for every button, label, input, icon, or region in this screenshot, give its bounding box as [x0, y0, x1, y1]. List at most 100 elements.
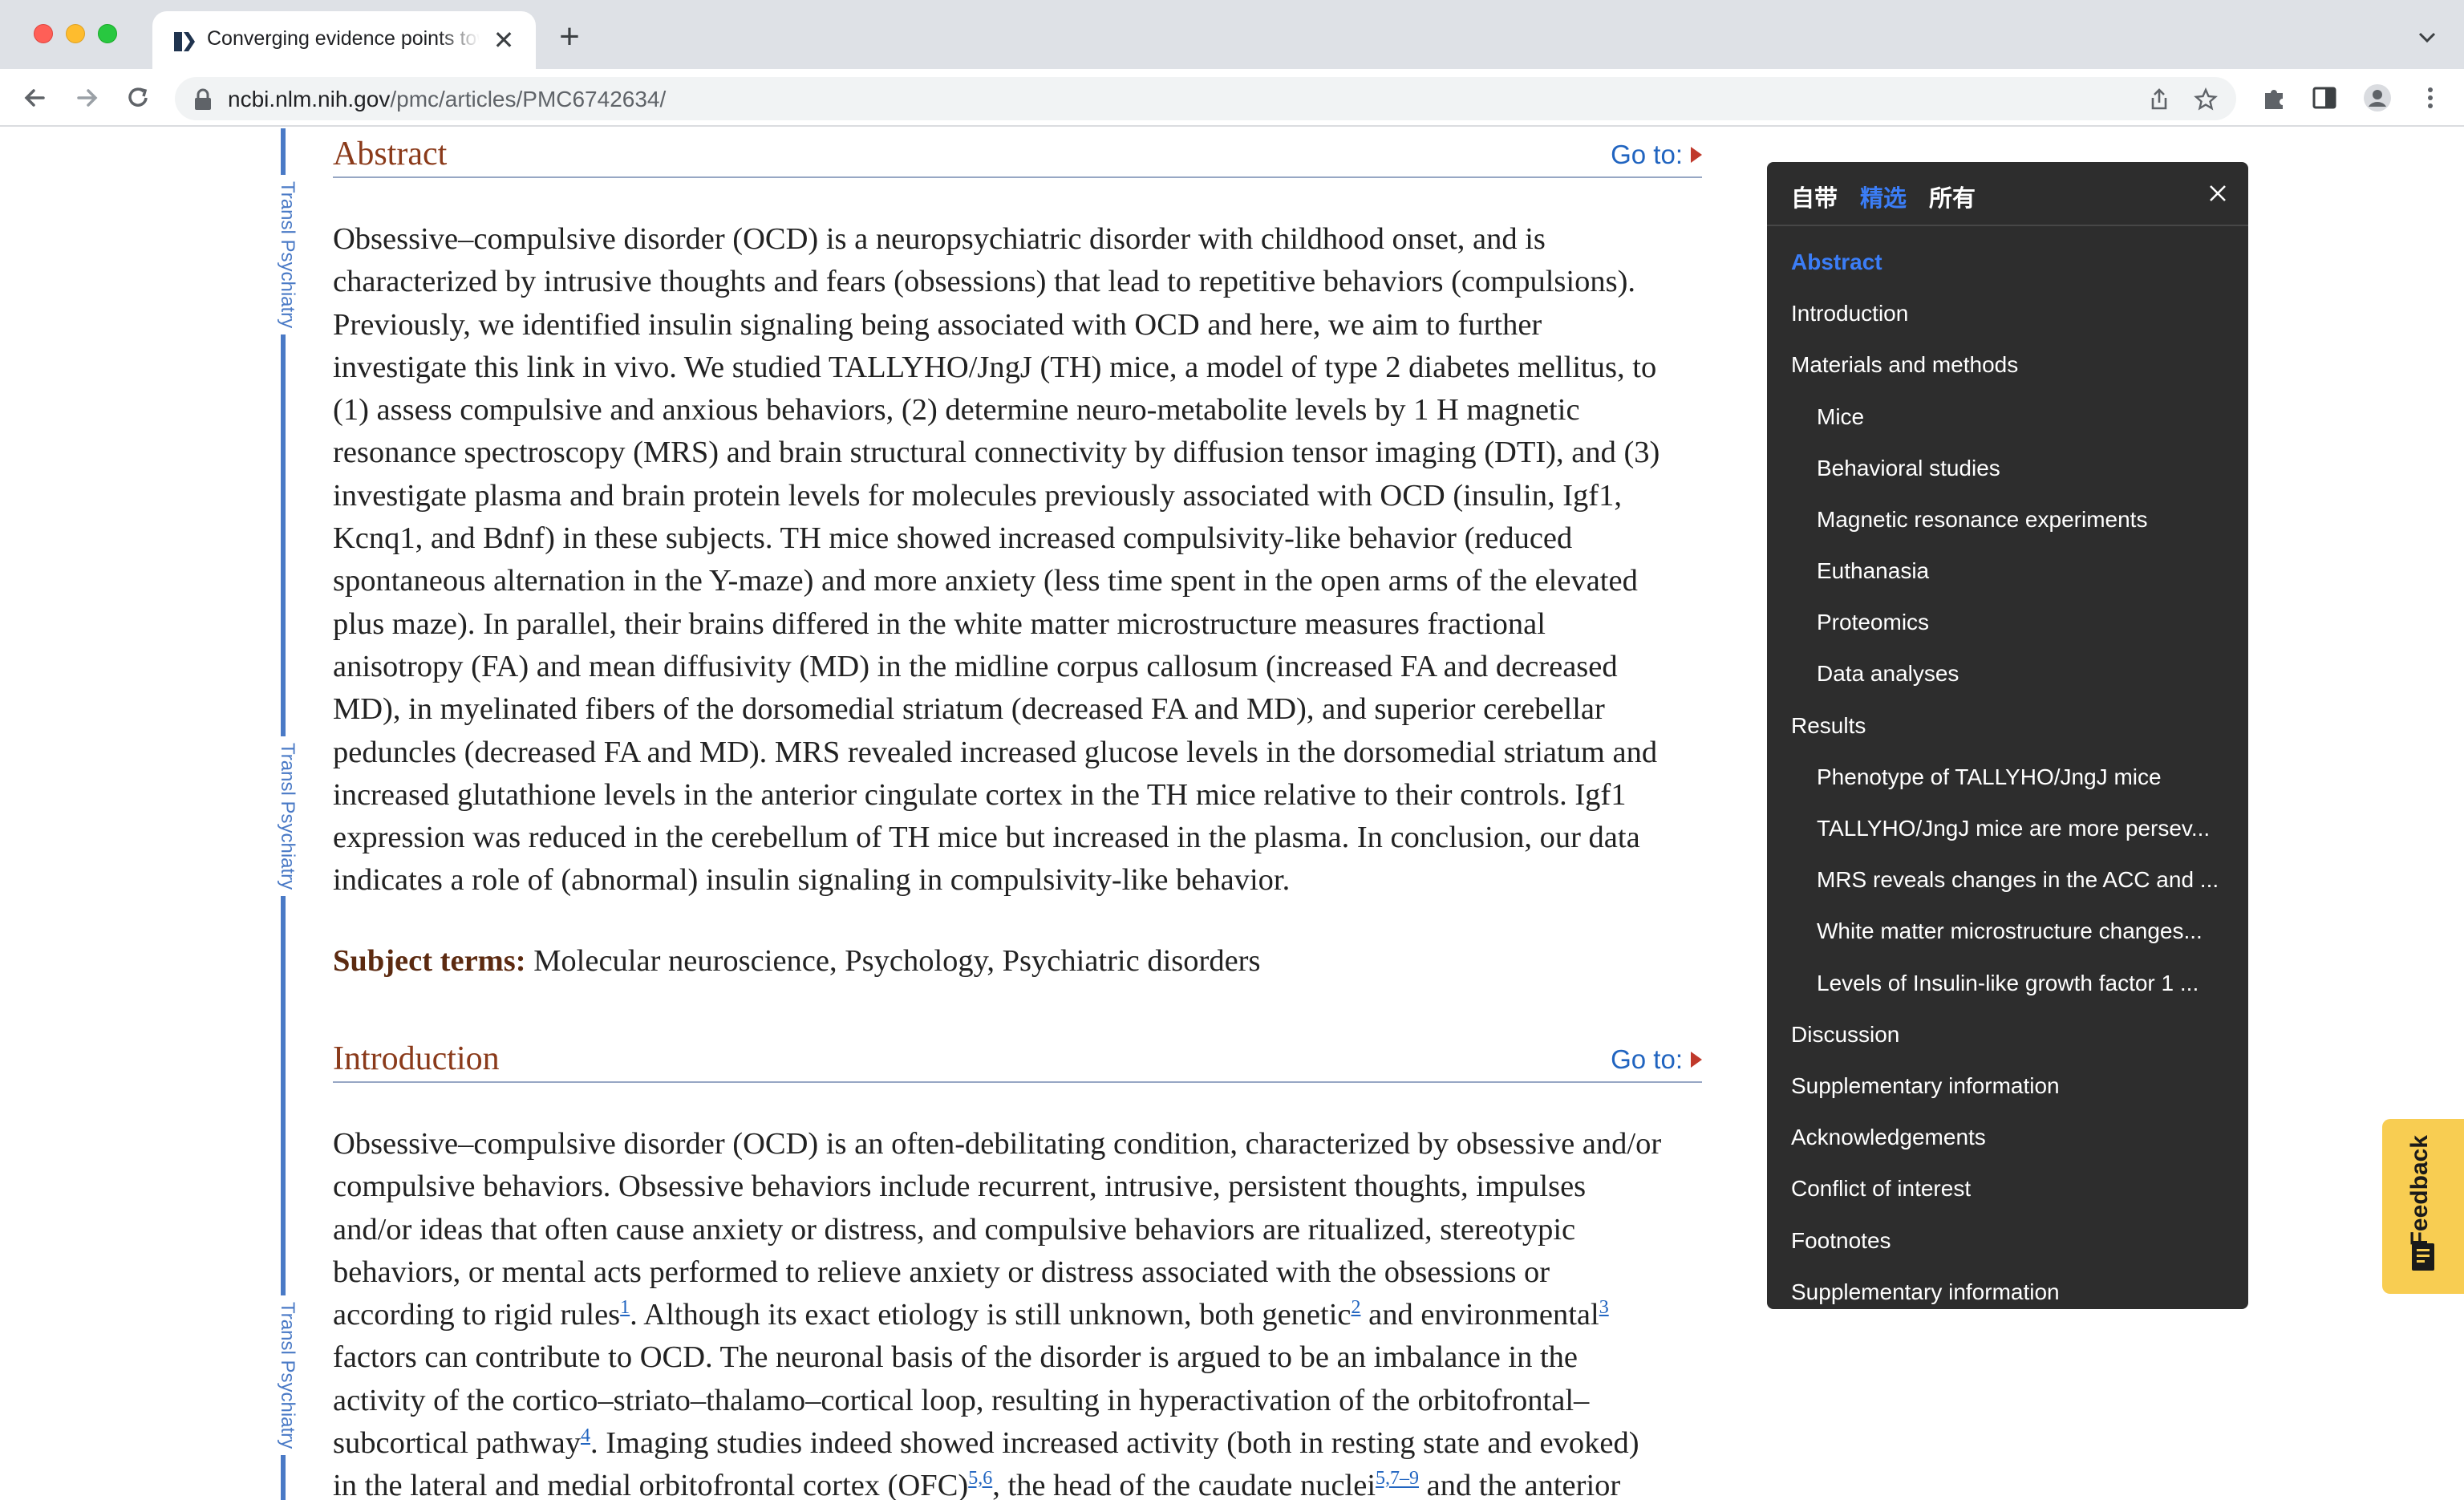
side-panel-icon[interactable]	[2310, 83, 2339, 112]
kebab-menu-icon[interactable]	[2416, 83, 2445, 112]
outline-item-supplementary-2[interactable]: Supplementary information	[1791, 1279, 2232, 1305]
subject-terms: Subject terms: Molecular neuroscience, P…	[333, 943, 1260, 979]
abstract-line: Kcnq1, and Bdnf) in these subjects. TH m…	[333, 521, 1573, 556]
outline-item-introduction[interactable]: Introduction	[1791, 301, 2232, 326]
outline-item-perseverative[interactable]: TALLYHO/JngJ mice are more persev...	[1817, 816, 2232, 841]
abstract-line: resonance spectroscopy (MRS) and brain s…	[333, 436, 1660, 470]
minimize-window-button[interactable]	[66, 24, 85, 43]
citation-link[interactable]: 4	[581, 1425, 590, 1446]
citation-link[interactable]: 5,6	[968, 1469, 992, 1490]
reload-icon[interactable]	[120, 80, 156, 116]
goto-label: Go to:	[1611, 1044, 1683, 1074]
browser-toolbar: ncbi.nlm.nih.gov/pmc/articles/PMC6742634…	[0, 69, 2464, 127]
lock-icon[interactable]	[192, 88, 213, 111]
citation-link[interactable]: 1	[620, 1297, 630, 1318]
outline-item-acknowledgements[interactable]: Acknowledgements	[1791, 1125, 2232, 1150]
outline-item-discussion[interactable]: Discussion	[1791, 1022, 2232, 1048]
abstract-heading: Abstract	[333, 136, 448, 172]
outline-item-white-matter[interactable]: White matter microstructure changes...	[1817, 918, 2232, 944]
profile-avatar-icon[interactable]	[2363, 83, 2392, 112]
outline-tab-featured[interactable]: 精选	[1860, 180, 1907, 213]
abstract-line: expression was reduced in the cerebellum…	[333, 821, 1640, 855]
outline-tab-all[interactable]: 所有	[1929, 180, 1976, 213]
tab-close-icon[interactable]: ✕	[489, 26, 518, 55]
subject-terms-value[interactable]: Molecular neuroscience, Psychology, Psyc…	[533, 944, 1260, 978]
outline-tab-builtin[interactable]: 自带	[1791, 180, 1838, 213]
outline-item-footnotes[interactable]: Footnotes	[1791, 1228, 2232, 1254]
feedback-button[interactable]: Feedback	[2382, 1119, 2464, 1294]
intro-text: , the head of the caudate nuclei	[992, 1469, 1376, 1500]
abstract-line: Obsessive–compulsive disorder (OCD) is a…	[333, 222, 1546, 256]
outline-item-phenotype[interactable]: Phenotype of TALLYHO/JngJ mice	[1817, 764, 2232, 790]
intro-line: in the lateral and medial orbitofrontal …	[333, 1465, 1704, 1500]
outline-item-mrs-changes[interactable]: MRS reveals changes in the ACC and ...	[1817, 867, 2232, 893]
subject-terms-label: Subject terms:	[333, 944, 526, 978]
abstract-line: characterized by intrusive thoughts and …	[333, 265, 1636, 299]
goto-link[interactable]: Go to:	[1611, 1044, 1702, 1075]
outline-item-euthanasia[interactable]: Euthanasia	[1817, 558, 2232, 584]
intro-text: and the anterior	[1419, 1469, 1621, 1500]
citation-link[interactable]: 2	[1351, 1297, 1360, 1318]
abstract-line: indicates a role of (abnormal) insulin s…	[333, 863, 1291, 898]
goto-label: Go to:	[1611, 140, 1683, 169]
extensions-puzzle-icon[interactable]	[2260, 83, 2289, 112]
outline-item-results[interactable]: Results	[1791, 713, 2232, 739]
abstract-line: (1) assess compulsive and anxious behavi…	[333, 393, 1580, 428]
outline-item-materials-methods[interactable]: Materials and methods	[1791, 352, 2232, 378]
outline-item-conflict-of-interest[interactable]: Conflict of interest	[1791, 1176, 2232, 1202]
abstract-line: peduncles (decreased FA and MD). MRS rev…	[333, 735, 1658, 769]
outline-header: 自带 精选 所有	[1767, 162, 2248, 226]
feedback-label: Feedback	[2406, 1135, 2433, 1247]
intro-line: compulsive behaviors. Obsessive behavior…	[333, 1170, 1587, 1204]
share-icon[interactable]	[2146, 87, 2172, 112]
pmc-favicon-icon	[174, 32, 195, 51]
intro-line: behaviors, or mental acts performed to r…	[333, 1255, 1550, 1289]
browser-tab-bar: Converging evidence points towards a rol…	[0, 0, 2464, 69]
maximize-window-button[interactable]	[98, 24, 117, 43]
close-icon[interactable]	[2204, 180, 2231, 207]
back-arrow-icon[interactable]	[18, 80, 53, 116]
tab-search-chevron-icon[interactable]	[2414, 24, 2440, 50]
abstract-line: MD), in myelinated fibers of the dorsome…	[333, 692, 1605, 727]
feedback-icon	[2412, 1243, 2434, 1271]
close-window-button[interactable]	[34, 24, 53, 43]
introduction-heading: Introduction	[333, 1040, 500, 1077]
goto-arrow-icon	[1691, 147, 1702, 163]
intro-text: . Although its exact etiology is still u…	[630, 1298, 1352, 1332]
citation-link[interactable]: 3	[1599, 1297, 1609, 1318]
citation-link[interactable]: 5,7–9	[1376, 1469, 1419, 1490]
outline-item-abstract[interactable]: Abstract	[1791, 249, 2232, 275]
abstract-line: plus maze). In parallel, their brains di…	[333, 606, 1546, 641]
journal-rail-label: Transl Psychiatry	[274, 1295, 298, 1456]
journal-rail-label: Transl Psychiatry	[274, 736, 298, 897]
outline-panel: 自带 精选 所有 Abstract Introduction Materials…	[1767, 162, 2248, 1309]
outline-item-proteomics[interactable]: Proteomics	[1817, 610, 2232, 635]
introduction-section-header: Introduction Go to:	[333, 1032, 1702, 1083]
intro-text: according to rigid rules	[333, 1298, 621, 1332]
outline-item-mr-experiments[interactable]: Magnetic resonance experiments	[1817, 507, 2232, 533]
abstract-line: anisotropy (FA) and mean diffusivity (MD…	[333, 649, 1618, 683]
intro-text: subcortical pathway	[333, 1426, 581, 1461]
intro-line: Obsessive–compulsive disorder (OCD) is a…	[333, 1127, 1662, 1161]
forward-arrow-icon[interactable]	[69, 80, 104, 116]
browser-tab-active[interactable]: Converging evidence points towards a rol…	[152, 11, 536, 69]
intro-line: according to rigid rules1. Although its …	[333, 1294, 1704, 1336]
abstract-line: increased glutathione levels in the ante…	[333, 777, 1627, 812]
outline-item-behavioral-studies[interactable]: Behavioral studies	[1817, 456, 2232, 481]
outline-item-igf1-levels[interactable]: Levels of Insulin-like growth factor 1 .…	[1817, 971, 2232, 996]
bookmark-star-icon[interactable]	[2193, 87, 2219, 112]
intro-line: activity of the cortico–striato–thalamo–…	[333, 1383, 1590, 1417]
outline-item-data-analyses[interactable]: Data analyses	[1817, 661, 2232, 687]
abstract-line: Previously, we identified insulin signal…	[333, 307, 1542, 342]
intro-line: factors can contribute to OCD. The neuro…	[333, 1340, 1578, 1375]
journal-rail-label: Transl Psychiatry	[274, 175, 298, 335]
address-bar[interactable]: ncbi.nlm.nih.gov/pmc/articles/PMC6742634…	[175, 77, 2236, 120]
outline-item-mice[interactable]: Mice	[1817, 404, 2232, 430]
new-tab-button[interactable]: +	[553, 19, 586, 55]
url-text[interactable]: ncbi.nlm.nih.gov/pmc/articles/PMC6742634…	[228, 87, 666, 112]
outline-item-supplementary[interactable]: Supplementary information	[1791, 1073, 2232, 1099]
url-path: /pmc/articles/PMC6742634/	[390, 87, 667, 111]
intro-text: and environmental	[1360, 1298, 1599, 1332]
goto-link[interactable]: Go to:	[1611, 140, 1702, 170]
abstract-line: investigate this link in vivo. We studie…	[333, 350, 1657, 384]
